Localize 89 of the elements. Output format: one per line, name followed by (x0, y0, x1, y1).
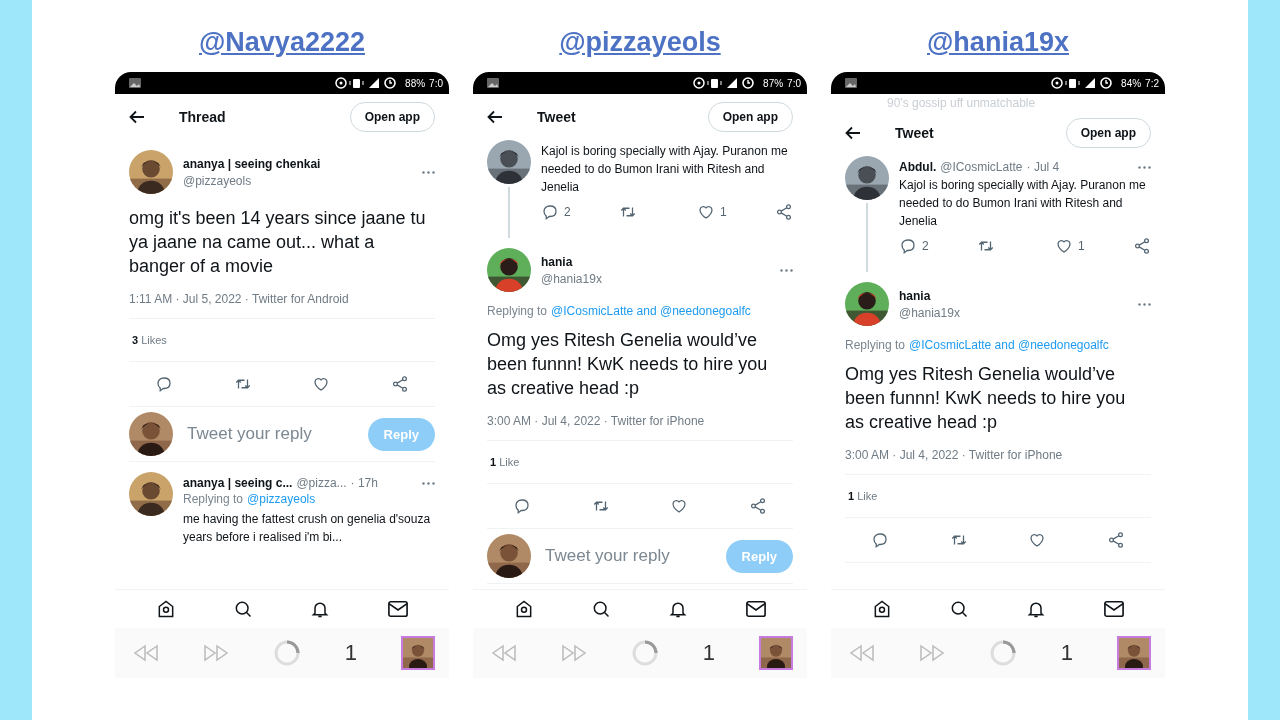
battery-level: 87% (763, 77, 784, 89)
tweet-meta: 3:00 AM · Jul 4, 2022 · Twitter for iPhone (845, 444, 1151, 475)
display-name[interactable]: ananya | seeing chenkai (183, 156, 321, 171)
notification-icon (129, 78, 141, 88)
tweet-text: omg it's been 14 years since jaane tu ya jaane na came out... what a banger of a movie (129, 207, 427, 278)
open-app-button[interactable]: Open app (349, 102, 435, 132)
battery-level: 88% (405, 77, 426, 89)
heart-icon[interactable] (1055, 237, 1073, 255)
like-count: 1 (1078, 239, 1085, 253)
user-handle[interactable]: @ICosmicLatte (940, 160, 1023, 174)
clock-time: 7:0 (429, 77, 443, 89)
replying-label: Replying to (487, 304, 548, 318)
display-name[interactable]: ananya | seeing c... (183, 476, 293, 490)
notification-icon (487, 78, 499, 88)
likes-count: 1 (848, 490, 855, 502)
clock-time: 7:2 (1145, 77, 1159, 89)
reply-field[interactable]: Tweet your reply (185, 423, 356, 445)
more-icon[interactable] (422, 170, 435, 174)
mention-link[interactable]: @pizzayeols (247, 492, 316, 506)
tweet-text: Omg yes Ritesh Genelia would’ve been funnn! KwK needs to hire you as creative head :p (487, 329, 769, 400)
back-arrow-icon[interactable] (845, 126, 861, 140)
page-title: Thread (179, 109, 226, 125)
tweet-time: · Jul 4 (1026, 160, 1060, 174)
back-arrow-icon[interactable] (129, 110, 145, 124)
more-icon[interactable] (422, 481, 435, 485)
reply-icon[interactable] (513, 497, 531, 515)
loading-spinner-icon (630, 639, 659, 667)
share-icon[interactable] (775, 203, 793, 221)
user-handle[interactable]: @pizzayeols (183, 173, 321, 188)
share-icon[interactable] (1133, 237, 1151, 255)
clock-time: 7:0 (787, 77, 801, 89)
tab-count[interactable]: 1 (1060, 640, 1074, 666)
tweet-text: Kajol is boring specially with Ajay. Puranon me needed to do Bumon Irani with Ritesh and Jenelia (899, 177, 1147, 230)
like-count: 1 (720, 205, 727, 219)
heart-icon[interactable] (697, 203, 715, 221)
heart-icon[interactable] (1028, 531, 1047, 549)
more-icon[interactable] (1138, 165, 1151, 169)
user-handle[interactable]: @hania19x (899, 305, 960, 320)
more-icon[interactable] (780, 268, 793, 272)
likes-label: Like (499, 456, 520, 468)
open-app-button[interactable]: Open app (1065, 118, 1151, 148)
reply-icon[interactable] (541, 203, 559, 221)
open-app-button[interactable]: Open app (707, 102, 793, 132)
tweet-text: me having the fattest crush on genelia d'souza years before i realised i'm bi... (183, 511, 432, 546)
reply-count: 2 (922, 239, 929, 253)
reply-icon[interactable] (155, 375, 173, 393)
replying-label: Replying to (845, 338, 906, 352)
heading-link[interactable]: @pizzayeols (559, 26, 721, 58)
reply-count: 2 (564, 205, 571, 219)
mail-icon[interactable] (386, 599, 409, 619)
more-icon[interactable] (1138, 302, 1151, 306)
loading-spinner-icon (272, 639, 301, 667)
notification-icon (845, 78, 857, 88)
share-icon[interactable] (1106, 531, 1125, 549)
display-name[interactable]: Abdul. (899, 160, 937, 174)
tab-count[interactable]: 1 (702, 640, 716, 666)
reply-field[interactable]: Tweet your reply (543, 545, 714, 567)
user-handle[interactable]: @hania19x (541, 271, 602, 286)
reply-icon[interactable] (871, 531, 889, 549)
heart-icon[interactable] (670, 497, 689, 515)
heading-link[interactable]: @hania19x (927, 26, 1069, 58)
tweet-meta: 1:11 AM · Jul 5, 2022 · Twitter for Android (129, 288, 435, 319)
reply-icon[interactable] (899, 237, 917, 255)
display-name[interactable]: hania (899, 288, 960, 303)
likes-count: 3 (132, 334, 139, 346)
mail-icon[interactable] (1102, 599, 1125, 619)
page-title: Tweet (895, 125, 934, 141)
display-name[interactable]: hania (541, 254, 602, 269)
likes-label: Like (857, 490, 878, 502)
mail-icon[interactable] (744, 599, 767, 619)
share-icon[interactable] (748, 497, 767, 515)
battery-level: 84% (1121, 77, 1142, 89)
heart-icon[interactable] (312, 375, 331, 393)
replying-label: Replying to (183, 492, 244, 506)
mention-link[interactable]: @ICosmicLatte and @needonegoalfc (551, 304, 751, 318)
loading-spinner-icon (988, 639, 1017, 667)
tweet-time: · 17h (350, 476, 378, 490)
tweet-text: Kajol is boring specially with Ajay. Puranon me needed to do Bumon Irani with Ritesh and Jenelia (541, 143, 789, 196)
heading-link[interactable]: @Navya2222 (199, 26, 365, 58)
tweet-text: Omg yes Ritesh Genelia would’ve been funnn! KwK needs to hire you as creative head :p (845, 363, 1127, 434)
likes-count: 1 (490, 456, 497, 468)
likes-label: Likes (141, 334, 167, 346)
tab-count[interactable]: 1 (344, 640, 358, 666)
mention-link[interactable]: @ICosmicLatte and @needonegoalfc (909, 338, 1109, 352)
share-icon[interactable] (390, 375, 409, 393)
tweet-meta: 3:00 AM · Jul 4, 2022 · Twitter for iPhone (487, 410, 793, 441)
user-handle[interactable]: @pizza... (296, 476, 347, 490)
back-arrow-icon[interactable] (487, 110, 503, 124)
page-title: Tweet (537, 109, 576, 125)
